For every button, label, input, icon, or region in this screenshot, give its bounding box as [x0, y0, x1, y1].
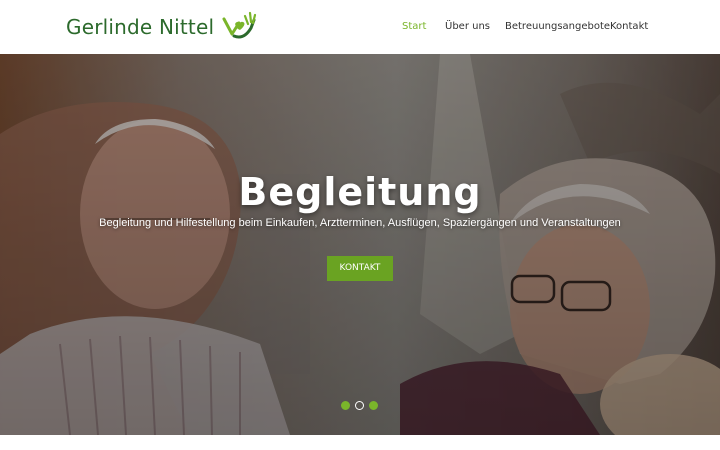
contact-button[interactable]: KONTAKT: [327, 256, 393, 281]
hero-title: Begleitung: [238, 170, 482, 214]
nav-betreuungsangebote[interactable]: Betreuungsangebote: [505, 18, 610, 36]
slider-dot-3[interactable]: [369, 401, 378, 410]
nav-start[interactable]: Start: [402, 18, 426, 36]
heart-hand-icon: [222, 11, 257, 39]
nav-ueber-uns[interactable]: Über uns: [445, 18, 490, 36]
slider-dot-1[interactable]: [341, 401, 350, 410]
hero-photo: [0, 54, 720, 435]
slider-pagination: [341, 401, 378, 411]
slider-dot-2[interactable]: [355, 401, 364, 410]
site-header: Gerlinde Nittel Start Über uns Betreuung…: [0, 0, 720, 54]
hero-slider: Begleitung Begleitung und Hilfestellung …: [0, 54, 720, 435]
brand-name: Gerlinde Nittel: [66, 15, 215, 39]
nav-kontakt[interactable]: Kontakt: [610, 18, 648, 36]
page-below-hero: [0, 435, 720, 450]
site-logo[interactable]: Gerlinde Nittel: [66, 10, 258, 44]
hero-subtitle: Begleitung und Hilfestellung beim Einkau…: [99, 217, 621, 229]
